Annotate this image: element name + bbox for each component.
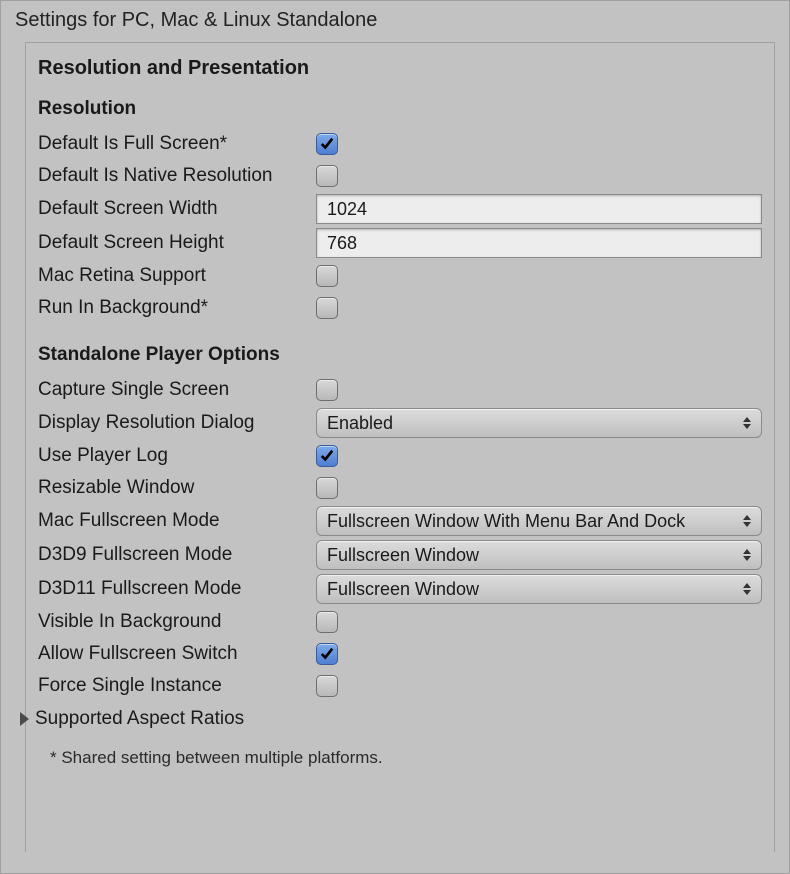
capture-single-checkbox[interactable] xyxy=(316,379,338,401)
run-background-label: Run In Background* xyxy=(38,297,316,319)
default-width-label: Default Screen Width xyxy=(38,198,316,220)
d3d9-fullscreen-mode-popup[interactable]: Fullscreen Window xyxy=(316,540,762,570)
display-res-dialog-popup[interactable]: Enabled xyxy=(316,408,762,438)
display-res-dialog-label: Display Resolution Dialog xyxy=(38,412,316,434)
allow-fullscreen-switch-checkbox[interactable] xyxy=(316,643,338,665)
d3d11-fullscreen-mode-label: D3D11 Fullscreen Mode xyxy=(38,578,316,600)
use-player-log-checkbox[interactable] xyxy=(316,445,338,467)
supported-aspect-ratios-label: Supported Aspect Ratios xyxy=(35,708,244,730)
force-single-instance-checkbox[interactable] xyxy=(316,675,338,697)
default-width-input[interactable] xyxy=(316,194,762,224)
mac-fullscreen-mode-popup[interactable]: Fullscreen Window With Menu Bar And Dock xyxy=(316,506,762,536)
d3d11-fullscreen-mode-value: Fullscreen Window xyxy=(327,579,479,599)
resizable-window-checkbox[interactable] xyxy=(316,477,338,499)
default-fullscreen-checkbox[interactable] xyxy=(316,133,338,155)
settings-panel: Settings for PC, Mac & Linux Standalone … xyxy=(0,0,790,874)
d3d11-fullscreen-mode-popup[interactable]: Fullscreen Window xyxy=(316,574,762,604)
mac-retina-checkbox[interactable] xyxy=(316,265,338,287)
mac-fullscreen-mode-label: Mac Fullscreen Mode xyxy=(38,510,316,532)
use-player-log-label: Use Player Log xyxy=(38,445,316,467)
display-res-dialog-value: Enabled xyxy=(327,413,393,433)
default-native-res-label: Default Is Native Resolution xyxy=(38,165,316,187)
allow-fullscreen-switch-label: Allow Fullscreen Switch xyxy=(38,643,316,665)
panel-title: Settings for PC, Mac & Linux Standalone xyxy=(1,1,789,42)
default-height-label: Default Screen Height xyxy=(38,232,316,254)
inner-panel: Resolution and Presentation Resolution D… xyxy=(25,42,775,852)
run-background-checkbox[interactable] xyxy=(316,297,338,319)
default-fullscreen-label: Default Is Full Screen* xyxy=(38,133,316,155)
resolution-title: Resolution xyxy=(38,92,762,128)
force-single-instance-label: Force Single Instance xyxy=(38,675,316,697)
player-options-title: Standalone Player Options xyxy=(38,338,762,374)
visible-background-checkbox[interactable] xyxy=(316,611,338,633)
updown-arrows-icon xyxy=(743,581,753,597)
section-title: Resolution and Presentation xyxy=(38,53,762,92)
mac-retina-label: Mac Retina Support xyxy=(38,265,316,287)
shared-setting-footnote: * Shared setting between multiple platfo… xyxy=(38,730,762,768)
default-native-res-checkbox[interactable] xyxy=(316,165,338,187)
updown-arrows-icon xyxy=(743,513,753,529)
d3d9-fullscreen-mode-label: D3D9 Fullscreen Mode xyxy=(38,544,316,566)
updown-arrows-icon xyxy=(743,547,753,563)
supported-aspect-ratios-foldout[interactable]: Supported Aspect Ratios xyxy=(20,702,762,730)
d3d9-fullscreen-mode-value: Fullscreen Window xyxy=(327,545,479,565)
capture-single-label: Capture Single Screen xyxy=(38,379,316,401)
resizable-window-label: Resizable Window xyxy=(38,477,316,499)
updown-arrows-icon xyxy=(743,415,753,431)
default-height-input[interactable] xyxy=(316,228,762,258)
mac-fullscreen-mode-value: Fullscreen Window With Menu Bar And Dock xyxy=(327,511,685,531)
triangle-right-icon xyxy=(20,712,29,726)
visible-background-label: Visible In Background xyxy=(38,611,316,633)
